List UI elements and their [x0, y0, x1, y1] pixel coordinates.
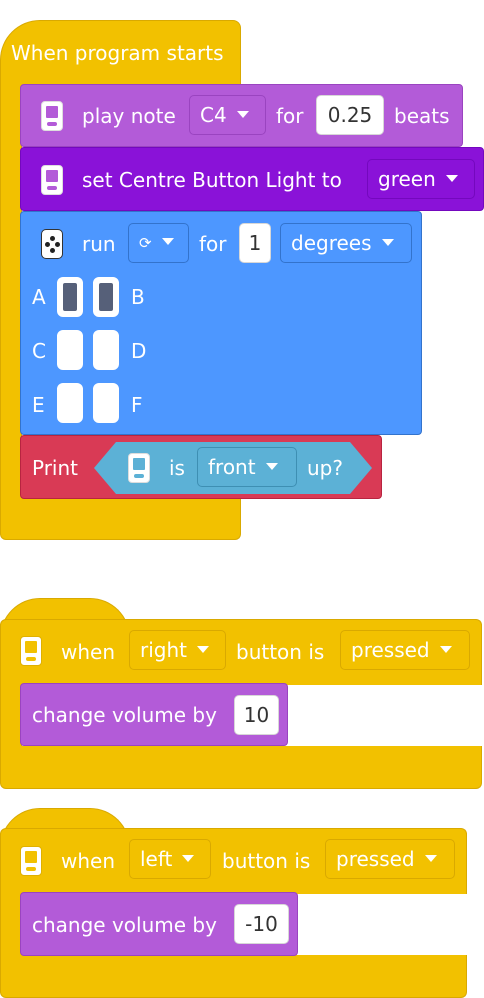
port-label-e: E — [32, 393, 45, 417]
light-color-dropdown[interactable]: green — [367, 159, 475, 199]
duration-input[interactable]: 0.25 — [316, 95, 384, 135]
change-volume-label: change volume by — [32, 703, 217, 727]
set-light-label: set Centre Button Light to — [82, 168, 342, 192]
unit-dropdown[interactable]: degrees — [280, 223, 412, 263]
change-volume-label: change volume by — [32, 913, 217, 937]
for-label: for — [276, 104, 304, 128]
caret-down-icon — [381, 239, 394, 246]
caret-down-icon — [265, 463, 278, 470]
rotate-clockwise-icon: ⟳ — [139, 234, 152, 252]
state-dropdown[interactable]: pressed — [325, 839, 455, 879]
caret-down-icon — [236, 111, 249, 118]
button-value: right — [140, 638, 187, 662]
hub-icon — [20, 636, 42, 666]
amount-input[interactable]: 1 — [239, 223, 271, 263]
note-value: C4 — [200, 103, 227, 127]
button-is-label: button is — [236, 640, 325, 664]
port-label-d: D — [131, 339, 147, 363]
caret-down-icon — [161, 238, 174, 245]
motor-run-block[interactable]: run ⟳ for 1 degrees A B C D E F — [20, 211, 422, 435]
hat-label: When program starts — [11, 41, 224, 65]
print-label: Print — [32, 456, 79, 480]
set-centre-light-block[interactable]: set Centre Button Light to green — [20, 147, 484, 211]
hub-icon — [41, 101, 63, 131]
change-volume-block[interactable]: change volume by -10 — [20, 892, 298, 956]
play-note-label: play note — [82, 104, 176, 128]
up-label: up? — [307, 456, 343, 480]
volume-input[interactable]: 10 — [234, 695, 279, 735]
c-rail — [0, 684, 22, 748]
state-value: pressed — [351, 638, 430, 662]
hat-bottom-cap — [0, 955, 467, 998]
port-label-f: F — [131, 393, 143, 417]
run-label: run — [82, 232, 116, 256]
button-dropdown[interactable]: left — [129, 839, 211, 879]
face-value: front — [208, 455, 256, 479]
state-dropdown[interactable]: pressed — [340, 630, 470, 670]
note-dropdown[interactable]: C4 — [189, 95, 266, 135]
port-d-toggle[interactable] — [93, 330, 119, 370]
port-b-toggle[interactable] — [93, 277, 119, 317]
when-label: when — [61, 849, 116, 873]
change-volume-block[interactable]: change volume by 10 — [20, 683, 288, 746]
play-note-block[interactable]: play note C4 for 0.25 beats — [20, 84, 463, 147]
port-label-b: B — [131, 285, 145, 309]
button-is-label: button is — [222, 849, 311, 873]
volume-input[interactable]: -10 — [234, 904, 289, 944]
port-label-c: C — [32, 339, 46, 363]
unit-value: degrees — [291, 231, 372, 255]
light-color-value: green — [378, 167, 436, 191]
port-c-toggle[interactable] — [57, 330, 83, 370]
face-dropdown[interactable]: front — [197, 447, 297, 487]
button-dropdown[interactable]: right — [129, 630, 226, 670]
hub-icon — [128, 453, 150, 483]
port-a-toggle[interactable] — [57, 277, 83, 317]
direction-dropdown[interactable]: ⟳ — [128, 223, 189, 263]
port-e-toggle[interactable] — [57, 383, 83, 423]
when-label: when — [61, 640, 116, 664]
caret-down-icon — [424, 855, 437, 862]
beats-label: beats — [394, 104, 450, 128]
motor-icon — [41, 229, 63, 259]
is-label: is — [169, 456, 185, 480]
port-f-toggle[interactable] — [93, 383, 119, 423]
hub-icon — [20, 846, 42, 876]
hat-bottom-cap — [0, 496, 241, 540]
caret-down-icon — [439, 646, 452, 653]
port-label-a: A — [32, 285, 46, 309]
caret-down-icon — [182, 855, 195, 862]
caret-down-icon — [445, 175, 458, 182]
for-label: for — [199, 232, 227, 256]
button-value: left — [140, 847, 173, 871]
hat-bottom-cap — [0, 746, 482, 789]
c-rail — [0, 86, 22, 500]
hub-icon — [41, 165, 63, 195]
caret-down-icon — [197, 646, 209, 653]
c-rail — [0, 893, 22, 957]
print-block[interactable]: Print is front up? — [20, 435, 382, 499]
state-value: pressed — [336, 847, 415, 871]
